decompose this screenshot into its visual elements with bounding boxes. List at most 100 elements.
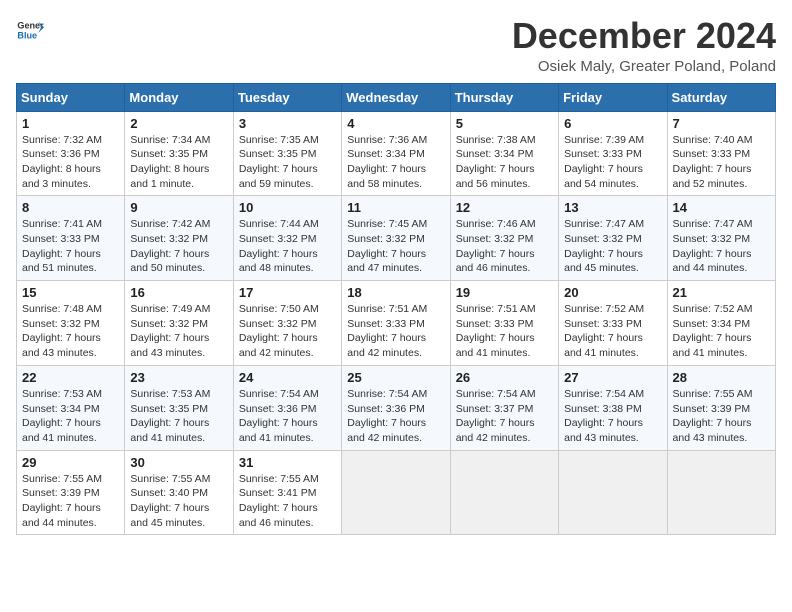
sunrise-label: Sunrise: 7:42 AM — [130, 218, 210, 230]
day-number: 27 — [564, 370, 661, 385]
weekday-header-monday: Monday — [125, 83, 233, 111]
day-number: 6 — [564, 116, 661, 131]
day-number: 19 — [456, 285, 553, 300]
daylight-minutes: and 43 minutes. — [673, 432, 748, 444]
calendar-cell: 27 Sunrise: 7:54 AM Sunset: 3:38 PM Dayl… — [559, 365, 667, 450]
calendar-week-row: 29 Sunrise: 7:55 AM Sunset: 3:39 PM Dayl… — [17, 450, 776, 535]
day-info: Sunrise: 7:52 AM Sunset: 3:34 PM Dayligh… — [673, 302, 770, 361]
daylight-minutes: and 41 minutes. — [239, 432, 314, 444]
daylight-minutes: and 52 minutes. — [673, 178, 748, 190]
calendar-cell: 1 Sunrise: 7:32 AM Sunset: 3:36 PM Dayli… — [17, 111, 125, 196]
daylight-label: Daylight: 7 hours — [456, 248, 535, 260]
day-info: Sunrise: 7:34 AM Sunset: 3:35 PM Dayligh… — [130, 133, 227, 192]
calendar-cell — [450, 450, 558, 535]
daylight-label: Daylight: 7 hours — [673, 332, 752, 344]
daylight-label: Daylight: 7 hours — [564, 163, 643, 175]
sunset-label: Sunset: 3:41 PM — [239, 487, 317, 499]
calendar-cell: 7 Sunrise: 7:40 AM Sunset: 3:33 PM Dayli… — [667, 111, 775, 196]
daylight-minutes: and 43 minutes. — [564, 432, 639, 444]
sunset-label: Sunset: 3:32 PM — [347, 233, 425, 245]
sunrise-label: Sunrise: 7:55 AM — [22, 473, 102, 485]
daylight-label: Daylight: 7 hours — [456, 417, 535, 429]
daylight-label: Daylight: 7 hours — [347, 248, 426, 260]
daylight-minutes: and 44 minutes. — [673, 262, 748, 274]
sunset-label: Sunset: 3:35 PM — [130, 403, 208, 415]
sunset-label: Sunset: 3:36 PM — [347, 403, 425, 415]
sunrise-label: Sunrise: 7:54 AM — [239, 388, 319, 400]
day-info: Sunrise: 7:40 AM Sunset: 3:33 PM Dayligh… — [673, 133, 770, 192]
weekday-header-sunday: Sunday — [17, 83, 125, 111]
calendar-cell: 31 Sunrise: 7:55 AM Sunset: 3:41 PM Dayl… — [233, 450, 341, 535]
daylight-label: Daylight: 7 hours — [239, 417, 318, 429]
day-info: Sunrise: 7:36 AM Sunset: 3:34 PM Dayligh… — [347, 133, 444, 192]
daylight-label: Daylight: 7 hours — [564, 332, 643, 344]
sunset-label: Sunset: 3:38 PM — [564, 403, 642, 415]
day-number: 13 — [564, 200, 661, 215]
daylight-label: Daylight: 7 hours — [347, 163, 426, 175]
sunset-label: Sunset: 3:34 PM — [456, 148, 534, 160]
sunrise-label: Sunrise: 7:47 AM — [673, 218, 753, 230]
daylight-label: Daylight: 7 hours — [22, 248, 101, 260]
day-number: 30 — [130, 455, 227, 470]
sunrise-label: Sunrise: 7:35 AM — [239, 134, 319, 146]
day-number: 17 — [239, 285, 336, 300]
sunset-label: Sunset: 3:32 PM — [130, 233, 208, 245]
calendar-cell: 20 Sunrise: 7:52 AM Sunset: 3:33 PM Dayl… — [559, 281, 667, 366]
calendar-cell: 17 Sunrise: 7:50 AM Sunset: 3:32 PM Dayl… — [233, 281, 341, 366]
day-number: 11 — [347, 200, 444, 215]
daylight-label: Daylight: 7 hours — [239, 248, 318, 260]
logo: General Blue — [16, 16, 44, 44]
calendar-header-row: SundayMondayTuesdayWednesdayThursdayFrid… — [17, 83, 776, 111]
sunrise-label: Sunrise: 7:34 AM — [130, 134, 210, 146]
daylight-label: Daylight: 7 hours — [130, 248, 209, 260]
sunset-label: Sunset: 3:32 PM — [22, 318, 100, 330]
day-info: Sunrise: 7:38 AM Sunset: 3:34 PM Dayligh… — [456, 133, 553, 192]
daylight-label: Daylight: 7 hours — [456, 163, 535, 175]
sunrise-label: Sunrise: 7:54 AM — [564, 388, 644, 400]
day-number: 20 — [564, 285, 661, 300]
calendar-cell: 16 Sunrise: 7:49 AM Sunset: 3:32 PM Dayl… — [125, 281, 233, 366]
sunset-label: Sunset: 3:32 PM — [456, 233, 534, 245]
sunset-label: Sunset: 3:36 PM — [239, 403, 317, 415]
day-info: Sunrise: 7:46 AM Sunset: 3:32 PM Dayligh… — [456, 217, 553, 276]
daylight-label: Daylight: 7 hours — [673, 163, 752, 175]
weekday-header-tuesday: Tuesday — [233, 83, 341, 111]
day-number: 24 — [239, 370, 336, 385]
svg-text:Blue: Blue — [17, 30, 37, 40]
day-number: 14 — [673, 200, 770, 215]
daylight-minutes: and 46 minutes. — [456, 262, 531, 274]
sunrise-label: Sunrise: 7:40 AM — [673, 134, 753, 146]
daylight-label: Daylight: 7 hours — [130, 332, 209, 344]
calendar-cell: 13 Sunrise: 7:47 AM Sunset: 3:32 PM Dayl… — [559, 196, 667, 281]
daylight-minutes: and 41 minutes. — [673, 347, 748, 359]
daylight-label: Daylight: 8 hours — [22, 163, 101, 175]
daylight-label: Daylight: 7 hours — [130, 502, 209, 514]
day-info: Sunrise: 7:35 AM Sunset: 3:35 PM Dayligh… — [239, 133, 336, 192]
sunset-label: Sunset: 3:32 PM — [130, 318, 208, 330]
day-number: 4 — [347, 116, 444, 131]
calendar-table: SundayMondayTuesdayWednesdayThursdayFrid… — [16, 83, 776, 536]
sunrise-label: Sunrise: 7:38 AM — [456, 134, 536, 146]
sunset-label: Sunset: 3:33 PM — [22, 233, 100, 245]
day-number: 23 — [130, 370, 227, 385]
sunrise-label: Sunrise: 7:39 AM — [564, 134, 644, 146]
day-number: 9 — [130, 200, 227, 215]
calendar-cell: 26 Sunrise: 7:54 AM Sunset: 3:37 PM Dayl… — [450, 365, 558, 450]
calendar-cell: 23 Sunrise: 7:53 AM Sunset: 3:35 PM Dayl… — [125, 365, 233, 450]
daylight-label: Daylight: 7 hours — [22, 502, 101, 514]
daylight-minutes: and 47 minutes. — [347, 262, 422, 274]
svg-text:General: General — [17, 21, 44, 31]
daylight-minutes: and 3 minutes. — [22, 178, 91, 190]
calendar-cell: 6 Sunrise: 7:39 AM Sunset: 3:33 PM Dayli… — [559, 111, 667, 196]
day-info: Sunrise: 7:53 AM Sunset: 3:35 PM Dayligh… — [130, 387, 227, 446]
sunrise-label: Sunrise: 7:52 AM — [673, 303, 753, 315]
day-info: Sunrise: 7:55 AM Sunset: 3:41 PM Dayligh… — [239, 472, 336, 531]
day-number: 10 — [239, 200, 336, 215]
calendar-cell: 22 Sunrise: 7:53 AM Sunset: 3:34 PM Dayl… — [17, 365, 125, 450]
sunrise-label: Sunrise: 7:47 AM — [564, 218, 644, 230]
calendar-cell: 11 Sunrise: 7:45 AM Sunset: 3:32 PM Dayl… — [342, 196, 450, 281]
calendar-week-row: 22 Sunrise: 7:53 AM Sunset: 3:34 PM Dayl… — [17, 365, 776, 450]
calendar-cell: 29 Sunrise: 7:55 AM Sunset: 3:39 PM Dayl… — [17, 450, 125, 535]
sunset-label: Sunset: 3:39 PM — [673, 403, 751, 415]
day-number: 8 — [22, 200, 119, 215]
